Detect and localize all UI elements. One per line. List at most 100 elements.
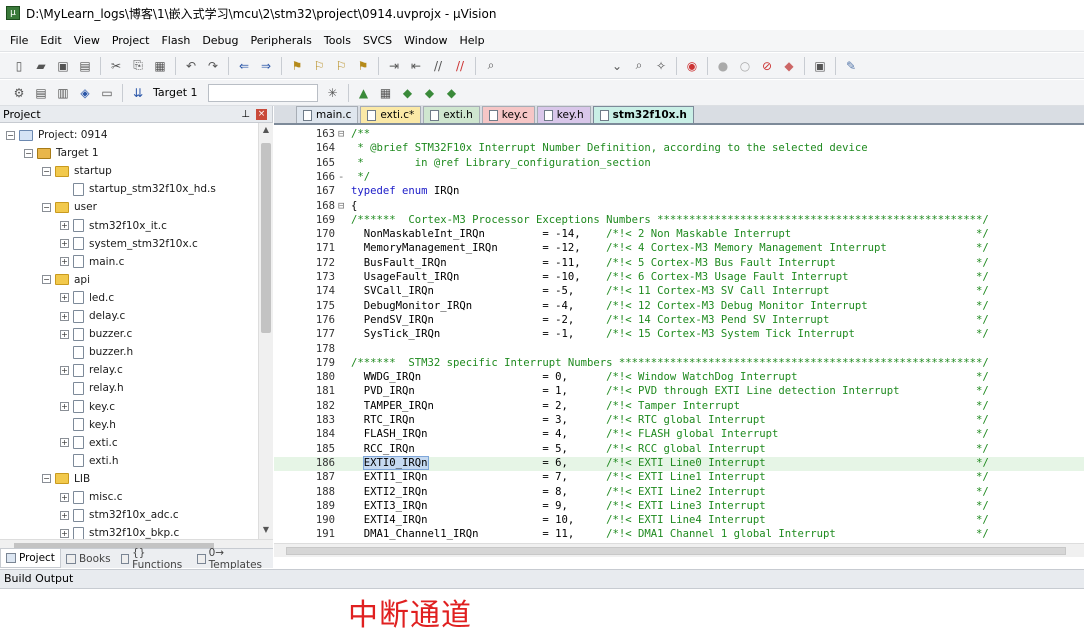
code-line[interactable]: 165 * in @ref Library_configuration_sect… [274,157,1084,171]
clear-bookmarks-icon[interactable]: ⚑ [354,57,372,75]
select-packs-icon[interactable]: ◆ [421,84,439,102]
code-line[interactable]: 170 NonMaskableInt_IRQn = -14, /*!< 2 No… [274,228,1084,242]
tree-item[interactable]: key.h [60,416,116,434]
tree-item[interactable]: + main.c [60,253,124,271]
expand-icon[interactable]: + [60,365,69,375]
batch-build-icon[interactable]: ◈ [76,84,94,102]
tree-item[interactable]: − user [42,198,97,216]
editor-tab[interactable]: exti.h [423,106,480,123]
rte-icon[interactable]: ◆ [443,84,461,102]
dropdown-chevron-icon[interactable]: ⌄ [608,57,626,75]
menu-file[interactable]: File [4,32,34,50]
menu-svcs[interactable]: SVCS [357,32,398,50]
manage-components-icon[interactable]: ▲ [355,84,373,102]
paste-icon[interactable]: ▦ [151,57,169,75]
redo-icon[interactable]: ↷ [204,57,222,75]
collapse-icon[interactable]: − [42,275,51,285]
code-line[interactable]: 167 typedef enum IRQn [274,185,1084,199]
tree-item[interactable]: − api [42,271,90,289]
editor-tab[interactable]: exti.c* [360,106,422,123]
manage-project-icon[interactable]: ▦ [377,84,395,102]
expand-icon[interactable]: + [60,221,69,230]
menu-help[interactable]: Help [454,32,491,50]
breakpoint-icon[interactable]: ● [714,57,732,75]
build-icon[interactable]: ▤ [32,84,50,102]
code-line[interactable]: 168 ⊟{ [274,200,1084,214]
tree-item[interactable]: buzzer.h [60,343,133,361]
target-dropdown[interactable] [207,83,318,102]
indent-icon[interactable]: ⇥ [385,57,403,75]
menu-flash[interactable]: Flash [155,32,196,50]
collapse-icon[interactable]: − [42,474,51,484]
editor-tab[interactable]: main.c [296,106,359,123]
bookmark-icon[interactable]: ⚑ [288,57,306,75]
editor-tab[interactable]: stm32f10x.h [592,106,694,123]
editor-horizontal-scrollbar[interactable] [274,543,1084,557]
code-line[interactable]: 175 DebugMonitor_IRQn = -4, /*!< 12 Cort… [274,300,1084,314]
code-area[interactable]: 163 ⊟/** 164 * @brief STM32F10x Interrupt … [274,127,1084,543]
tree-item[interactable]: startup_stm32f10x_hd.s [60,180,216,198]
scrollbar-thumb[interactable] [286,547,1066,555]
editor-tab[interactable]: key.c [481,106,535,123]
unindent-icon[interactable]: ⇤ [407,57,425,75]
incremental-find-icon[interactable]: ✧ [652,57,670,75]
code-line[interactable]: 163 ⊟/** [274,128,1084,142]
menu-debug[interactable]: Debug [196,32,244,50]
scroll-up-icon[interactable]: ▲ [261,125,271,137]
code-line[interactable]: 179 /****** STM32 specific Interrupt Numb… [274,357,1084,371]
editor-tab[interactable]: key.h [536,106,591,123]
pack-installer-icon[interactable]: ◆ [399,84,417,102]
panel-tab-0[interactable]: Project [0,549,61,568]
code-line[interactable]: 190 EXTI4_IRQn = 10, /*!< EXTI Line4 Int… [274,514,1084,528]
next-bookmark-icon[interactable]: ⚐ [332,57,350,75]
expand-icon[interactable]: + [60,438,69,448]
code-line[interactable]: 191 DMA1_Channel1_IRQn = 11, /*!< DMA1 C… [274,528,1084,542]
code-line[interactable]: 172 BusFault_IRQn = -11, /*!< 5 Cortex-M… [274,257,1084,271]
expand-icon[interactable]: + [60,293,69,303]
save-icon[interactable]: ▣ [54,57,72,75]
code-line[interactable]: 186 EXTI0_IRQn = 6, /*!< EXTI Line0 Inte… [274,455,1084,472]
navigate-back-icon[interactable]: ⇐ [235,57,253,75]
close-icon[interactable]: × [256,108,267,120]
save-all-icon[interactable]: ▤ [76,57,94,75]
menu-view[interactable]: View [68,32,106,50]
translate-icon[interactable]: ⚙ [10,84,28,102]
menu-window[interactable]: Window [398,32,453,50]
menu-edit[interactable]: Edit [34,32,67,50]
collapse-icon[interactable]: − [6,130,15,140]
kill-breakpoints-icon[interactable]: ⊘ [758,57,776,75]
new-file-icon[interactable]: ▯ [10,57,28,75]
configure-icon[interactable]: ◆ [780,57,798,75]
expand-icon[interactable]: + [60,329,69,339]
tree-item[interactable]: exti.h [60,452,119,470]
code-line[interactable]: 171 MemoryManagement_IRQn = -12, /*!< 4 … [274,242,1084,256]
expand-icon[interactable]: + [60,239,69,249]
code-line[interactable]: 184 FLASH_IRQn = 4, /*!< FLASH global In… [274,428,1084,442]
code-line[interactable]: 188 EXTI2_IRQn = 8, /*!< EXTI Line2 Inte… [274,486,1084,500]
rebuild-icon[interactable]: ▥ [54,84,72,102]
code-line[interactable]: 178 [274,343,1084,357]
tree-item[interactable]: + stm32f10x_it.c [60,217,167,235]
fold-icon[interactable]: ⊟ [338,200,350,212]
menu-peripherals[interactable]: Peripherals [245,32,318,50]
build-output-header[interactable]: Build Output [0,569,1084,589]
disable-breakpoint-icon[interactable]: ○ [736,57,754,75]
expand-icon[interactable]: + [60,510,69,520]
stop-build-icon[interactable]: ▭ [98,84,116,102]
tree-item[interactable]: − Project: 0914 [6,126,108,144]
uncomment-icon[interactable]: // [451,57,469,75]
tree-item[interactable]: + exti.c [60,434,118,452]
collapse-icon[interactable]: − [42,166,51,176]
tree-item[interactable]: − LIB [42,470,90,488]
download-load-icon[interactable]: ⇊ [129,84,147,102]
copy-icon[interactable]: ⎘ [129,57,147,75]
navigate-forward-icon[interactable]: ⇒ [257,57,275,75]
tree-item[interactable]: + stm32f10x_adc.c [60,506,179,524]
code-line[interactable]: 174 SVCall_IRQn = -5, /*!< 11 Cortex-M3 … [274,285,1084,299]
tree-item[interactable]: + led.c [60,289,114,307]
tools-wrench-icon[interactable]: ✎ [842,57,860,75]
debug-session-icon[interactable]: ◉ [683,57,701,75]
fold-icon[interactable]: ⊟ [338,128,350,140]
code-line[interactable]: 180 WWDG_IRQn = 0, /*!< Window WatchDog … [274,371,1084,385]
tree-item[interactable]: + relay.c [60,361,123,379]
